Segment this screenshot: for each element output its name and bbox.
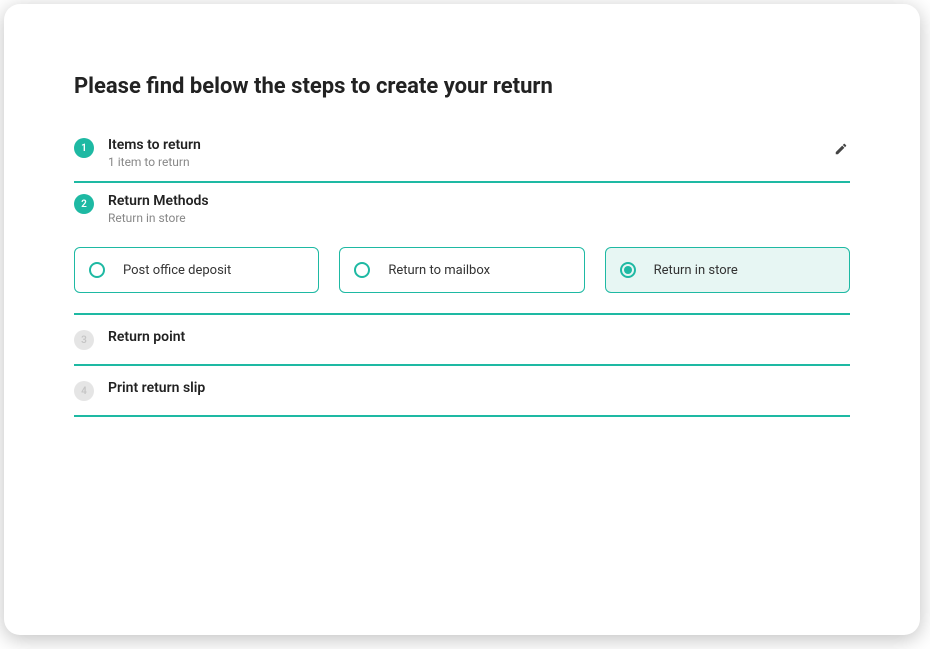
step-items-to-return: 1 Items to return 1 item to return bbox=[74, 127, 850, 183]
step-info: Return point bbox=[108, 329, 850, 345]
option-label: Return to mailbox bbox=[388, 263, 490, 278]
step-info: Print return slip bbox=[108, 380, 850, 396]
step-info: Return Methods Return in store bbox=[108, 193, 850, 225]
return-method-options: Post office deposit Return to mailbox Re… bbox=[74, 237, 850, 313]
edit-icon[interactable] bbox=[834, 141, 850, 157]
radio-icon bbox=[89, 262, 105, 278]
step-label: Return point bbox=[108, 329, 850, 345]
step-label: Items to return bbox=[108, 137, 850, 153]
step-header-methods[interactable]: 2 Return Methods Return in store bbox=[74, 183, 850, 237]
radio-icon bbox=[354, 262, 370, 278]
step-number-badge: 3 bbox=[74, 330, 94, 350]
step-header-return-point[interactable]: 3 Return point bbox=[74, 315, 850, 364]
step-label: Print return slip bbox=[108, 380, 850, 396]
step-print-slip: 4 Print return slip bbox=[74, 366, 850, 417]
step-sublabel: Return in store bbox=[108, 211, 850, 225]
option-label: Return in store bbox=[654, 263, 738, 278]
option-mailbox[interactable]: Return to mailbox bbox=[339, 247, 584, 293]
return-wizard-container: Please find below the steps to create yo… bbox=[4, 4, 920, 635]
step-header-print-slip[interactable]: 4 Print return slip bbox=[74, 366, 850, 415]
step-number-badge: 4 bbox=[74, 381, 94, 401]
step-sublabel: 1 item to return bbox=[108, 155, 850, 169]
page-title: Please find below the steps to create yo… bbox=[74, 74, 850, 99]
step-label: Return Methods bbox=[108, 193, 850, 209]
option-label: Post office deposit bbox=[123, 263, 231, 278]
option-post-office[interactable]: Post office deposit bbox=[74, 247, 319, 293]
step-return-methods: 2 Return Methods Return in store Post of… bbox=[74, 183, 850, 315]
option-return-in-store[interactable]: Return in store bbox=[605, 247, 850, 293]
step-divider bbox=[74, 415, 850, 417]
step-info: Items to return 1 item to return bbox=[108, 137, 850, 169]
step-number-badge: 2 bbox=[74, 194, 94, 214]
step-number-badge: 1 bbox=[74, 138, 94, 158]
radio-icon bbox=[620, 262, 636, 278]
step-header-items[interactable]: 1 Items to return 1 item to return bbox=[74, 127, 850, 181]
step-return-point: 3 Return point bbox=[74, 315, 850, 366]
